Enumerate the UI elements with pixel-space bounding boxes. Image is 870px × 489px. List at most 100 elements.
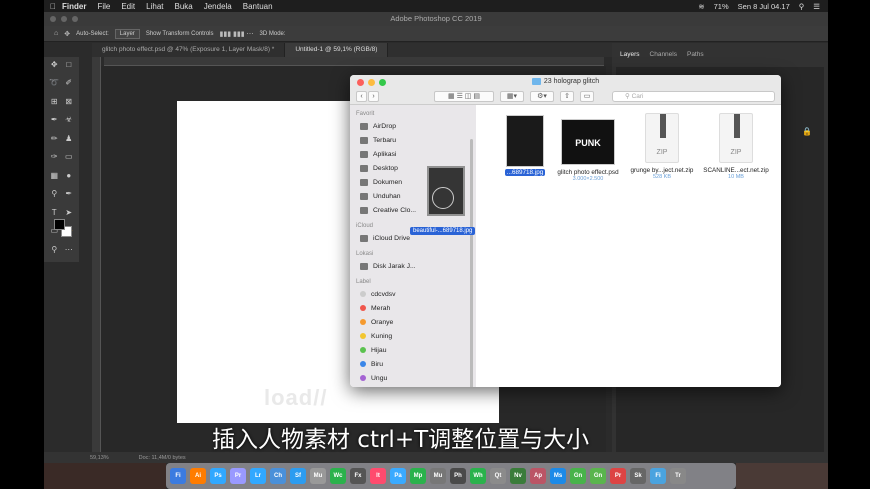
tag-button[interactable]: ▭ [580, 91, 594, 102]
sidebar-scrollbar[interactable] [470, 139, 473, 387]
path-select-icon[interactable]: ➤ [62, 208, 77, 217]
apple-icon[interactable]:  [44, 2, 62, 11]
gradient-icon[interactable]: ▦ [47, 171, 62, 180]
quick-select-icon[interactable]: ✐ [62, 79, 77, 87]
tab-glitch-psd[interactable]: glitch photo effect.psd @ 47% (Exposure … [92, 43, 286, 57]
dock-app-icon[interactable]: Ch [270, 468, 286, 484]
close-button[interactable] [50, 16, 56, 22]
menu-help[interactable]: Bantuan [243, 2, 273, 11]
lasso-tool-icon[interactable]: ➰ [47, 79, 62, 87]
dock-app-icon[interactable]: Fi [650, 468, 666, 484]
layer-select[interactable]: Layer [114, 28, 140, 39]
dock-app-icon[interactable]: Ps [210, 468, 226, 484]
menu-go[interactable]: Buka [175, 2, 193, 11]
history-brush-icon[interactable]: ✑ [47, 153, 62, 161]
foreground-color-swatch[interactable] [54, 219, 65, 230]
sidebar-tag-item[interactable]: Merah [350, 301, 476, 315]
wifi-icon[interactable]: ≋ [698, 2, 704, 11]
dock-app-icon[interactable]: Ms [550, 468, 566, 484]
menu-view[interactable]: Lihat [146, 2, 163, 11]
sidebar-tag-item[interactable]: Biru [350, 357, 476, 371]
menu-file[interactable]: File [97, 2, 110, 11]
menu-window[interactable]: Jendela [204, 2, 232, 11]
view-mode-buttons[interactable]: ▦ ☰ ◫ ▤ [434, 91, 494, 102]
sidebar-tag-item[interactable]: Kuning [350, 329, 476, 343]
file-item-psd[interactable]: PUNK glitch photo effect.psd 3.000×2.500 [551, 119, 625, 182]
sidebar-item-applications[interactable]: Aplikasi [350, 147, 476, 161]
more-tools-icon[interactable]: ⋯ [62, 245, 77, 254]
dock-app-icon[interactable]: Ai [190, 468, 206, 484]
dock-app-icon[interactable]: Fi [170, 468, 186, 484]
lock-icon[interactable]: 🔒 [802, 127, 812, 136]
dock-app-icon[interactable]: Fx [350, 468, 366, 484]
dock-app-icon[interactable]: Lr [250, 468, 266, 484]
pen-icon[interactable]: ✒ [62, 190, 77, 198]
clock[interactable]: Sen 8 Jul 04.17 [738, 2, 790, 11]
dock-app-icon[interactable]: Sk [630, 468, 646, 484]
move-tool-icon[interactable]: ✥ [47, 61, 62, 69]
marquee-tool-icon[interactable]: □ [62, 61, 77, 69]
finder-minimize-button[interactable] [368, 79, 375, 86]
tab-layers[interactable]: Layers [620, 51, 640, 65]
dock-app-icon[interactable]: Sf [290, 468, 306, 484]
battery-percent[interactable]: 71% [714, 2, 729, 11]
search-input[interactable]: ⚲ Cari [612, 91, 775, 102]
dock-app-icon[interactable]: It [370, 468, 386, 484]
minimize-button[interactable] [61, 16, 67, 22]
crop-tool-icon[interactable]: ⊞ [47, 97, 62, 106]
show-transform-checkbox[interactable]: Show Transform Controls [146, 31, 214, 37]
dock-app-icon[interactable]: Ap [530, 468, 546, 484]
dock-app-icon[interactable]: Mu [310, 468, 326, 484]
zoom-tool-icon[interactable]: ⚲ [47, 245, 62, 254]
sidebar-tag-item[interactable]: cdcvdsv [350, 287, 476, 301]
auto-select-label[interactable]: Auto-Select: [76, 31, 109, 37]
dodge-icon[interactable]: ⚲ [47, 190, 62, 198]
dock-app-icon[interactable]: Gn [590, 468, 606, 484]
sidebar-tag-item[interactable]: Hijau [350, 343, 476, 357]
sidebar-tag-item[interactable]: Ungu [350, 371, 476, 385]
zoom-level[interactable]: 59,13% [90, 455, 109, 461]
dock-app-icon[interactable]: Pa [390, 468, 406, 484]
forward-button[interactable]: › [368, 91, 379, 102]
tab-channels[interactable]: Channels [650, 51, 677, 65]
tab-paths[interactable]: Paths [687, 51, 704, 65]
dock-app-icon[interactable]: Pr [230, 468, 246, 484]
dock-app-icon[interactable]: Gn [570, 468, 586, 484]
dock-app-icon[interactable]: Ph [450, 468, 466, 484]
type-tool-icon[interactable]: T [47, 208, 62, 217]
finder-zoom-button[interactable] [379, 79, 386, 86]
notification-icon[interactable]: ☰ [813, 2, 820, 11]
align-icons[interactable]: ▮▮▮ ▮▮▮ ⋯ [220, 30, 254, 38]
dock-app-icon[interactable]: Nv [510, 468, 526, 484]
finder-close-button[interactable] [357, 79, 364, 86]
action-button[interactable]: ⚙▾ [530, 91, 554, 102]
file-item-zip-grunge[interactable]: ZIP grunge by...ject.net.zip 528 KB [625, 113, 699, 180]
stamp-icon[interactable]: ♟ [62, 134, 77, 143]
spotlight-icon[interactable]: ⚲ [799, 2, 805, 11]
sidebar-item-remote-disk[interactable]: Disk Jarak J... [350, 259, 476, 273]
dock-app-icon[interactable]: Wc [330, 468, 346, 484]
back-button[interactable]: ‹ [356, 91, 367, 102]
blur-icon[interactable]: ● [62, 171, 77, 180]
dock-app-icon[interactable]: Mu [430, 468, 446, 484]
dock-app-icon[interactable]: Pr [610, 468, 626, 484]
eraser-icon[interactable]: ▭ [62, 153, 77, 161]
move-tool-icon[interactable]: ✥ [64, 30, 70, 38]
finder-content[interactable]: ...689718.jpg PUNK glitch photo effect.p… [476, 105, 781, 387]
dock-app-icon[interactable]: Mp [410, 468, 426, 484]
dock-app-icon[interactable]: Qt [490, 468, 506, 484]
home-icon[interactable]: ⌂ [54, 30, 58, 37]
doc-size[interactable]: Doc: 11,4M/0 bytes [139, 455, 186, 461]
menu-edit[interactable]: Edit [121, 2, 135, 11]
share-button[interactable]: ⇧ [560, 91, 574, 102]
eyedropper-icon[interactable]: ✒ [47, 116, 62, 124]
sidebar-item-airdrop[interactable]: AirDrop [350, 119, 476, 133]
frame-tool-icon[interactable]: ⊠ [62, 97, 77, 106]
dock-app-icon[interactable]: Wh [470, 468, 486, 484]
menu-app-name[interactable]: Finder [62, 2, 86, 11]
tab-untitled[interactable]: Untitled-1 @ 59,1% (RGB/8) [285, 43, 389, 57]
dock-app-icon[interactable]: Tr [670, 468, 686, 484]
sidebar-item-recent[interactable]: Terbaru [350, 133, 476, 147]
file-item-zip-scanline[interactable]: ZIP SCANLINE...ect.net.zip 10 MB [699, 113, 773, 180]
brush-icon[interactable]: ✏ [47, 134, 62, 143]
